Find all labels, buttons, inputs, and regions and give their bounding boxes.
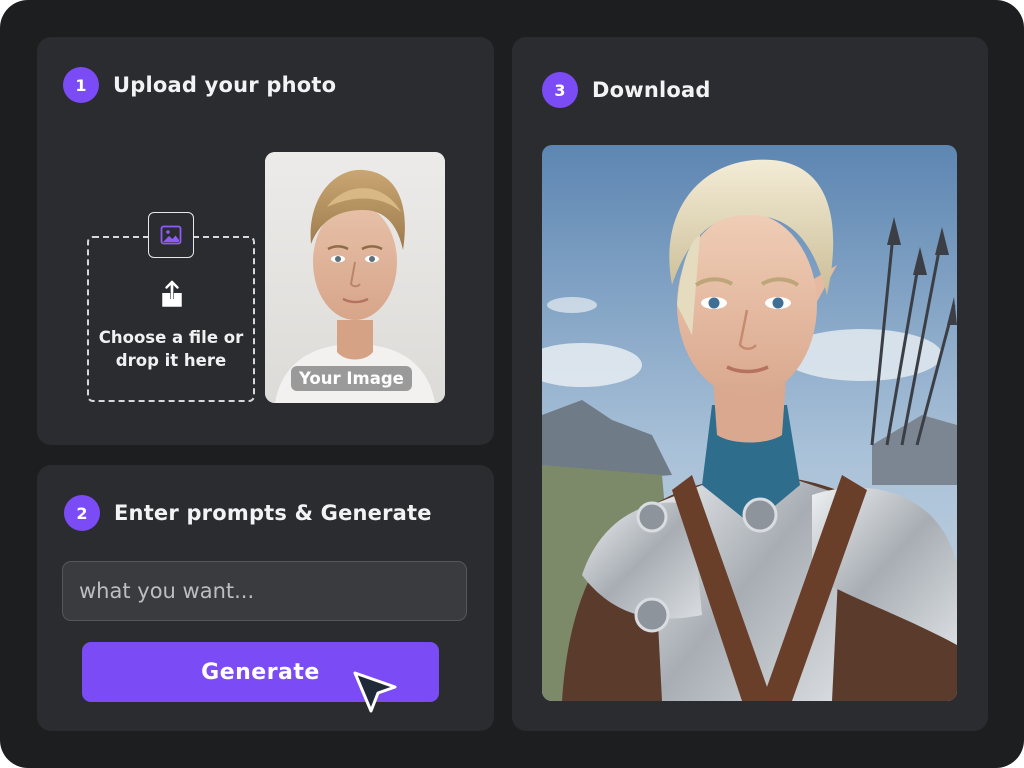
download-card: 3 Download xyxy=(512,37,988,731)
dropzone-line-2: drop it here xyxy=(115,351,227,370)
preview-label: Your Image xyxy=(291,366,412,391)
prompt-input[interactable] xyxy=(62,561,467,621)
cursor-arrow-icon xyxy=(353,671,397,713)
step-number-badge: 2 xyxy=(64,495,100,531)
upload-step-header: 1 Upload your photo xyxy=(63,67,336,103)
dropzone-instructions: Choose a file or drop it here xyxy=(89,326,253,372)
elf-portrait xyxy=(542,145,957,701)
upload-icon xyxy=(162,280,182,307)
download-step-header: 3 Download xyxy=(542,72,711,108)
file-dropzone[interactable] xyxy=(87,236,255,402)
image-icon xyxy=(148,212,194,258)
step-number-badge: 3 xyxy=(542,72,578,108)
upload-step-title: Upload your photo xyxy=(113,73,337,97)
prompt-step-header: 2 Enter prompts & Generate xyxy=(64,495,432,531)
dropzone-line-1: Choose a file or xyxy=(98,328,244,347)
download-step-title: Download xyxy=(592,78,711,102)
upload-card: 1 Upload your photo Choose a file or dro… xyxy=(37,37,494,445)
app-frame: 1 Upload your photo Choose a file or dro… xyxy=(0,0,1024,768)
prompt-card: 2 Enter prompts & Generate Generate xyxy=(37,465,494,731)
step-number-badge: 1 xyxy=(63,67,99,103)
generated-result-image[interactable] xyxy=(542,145,957,701)
uploaded-photo-preview: Your Image xyxy=(265,152,445,403)
prompt-step-title: Enter prompts & Generate xyxy=(114,501,432,525)
